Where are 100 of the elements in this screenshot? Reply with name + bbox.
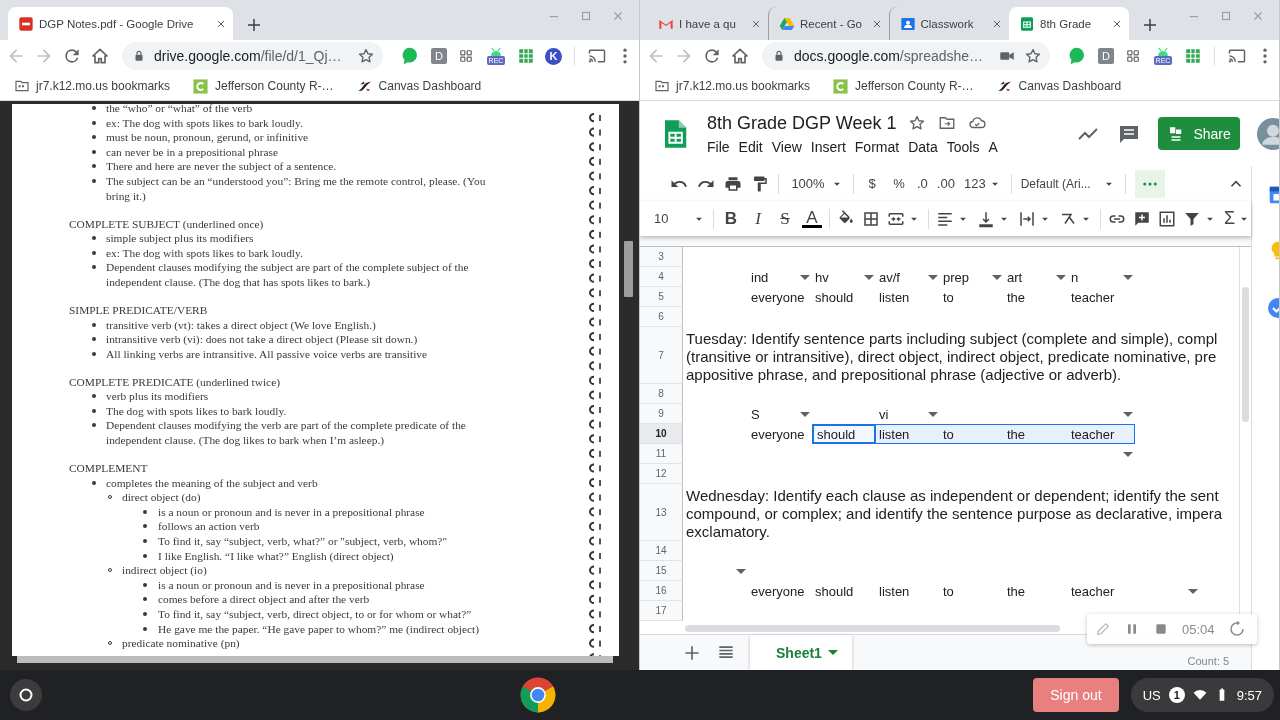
section-heading: COMPLETE SUBJECT (underlined once)	[69, 216, 265, 232]
table-cell[interactable]: prep	[940, 267, 1004, 287]
menu-item[interactable]: Tools	[946, 138, 980, 155]
share-button[interactable]: Share	[1158, 117, 1241, 150]
extension-button[interactable]: K	[545, 47, 562, 65]
table-cell[interactable]: listen	[876, 287, 940, 307]
list-text: To find it, say “subject, verb, what?” or "subject, verb, whom?"	[158, 534, 448, 549]
number-format-dropdown[interactable]: 123	[963, 176, 1002, 191]
extension-button[interactable]: D	[431, 48, 447, 64]
table-cell[interactable]: should	[812, 287, 876, 307]
list-text: The subject can be an “understood you”: Bring me the remote control, please. (You bring it.)	[106, 173, 487, 204]
list-text: ex: The dog with spots likes to bark loudly.	[106, 115, 303, 131]
timer: 05:04	[1182, 621, 1215, 637]
row-header[interactable]: 15	[640, 561, 683, 581]
address-bar[interactable]: drive.google.com/file/d/1_Qj…	[122, 42, 383, 70]
bookmark-link[interactable]: jr7.k12.mo.us bookmarks	[676, 79, 811, 93]
extension-button[interactable]: D	[1098, 48, 1114, 64]
list-text: the “who” or “what” of the verb	[106, 104, 253, 116]
row-header[interactable]: 10	[640, 424, 683, 444]
menu-item[interactable]: Insert	[810, 138, 846, 155]
browser-tab[interactable]: Recent - Go	[768, 7, 889, 40]
menu-item[interactable]: Format	[854, 138, 900, 155]
table-cell[interactable]: to	[940, 581, 1004, 601]
notification-badge: 1	[1168, 687, 1185, 703]
format-button[interactable]: B	[721, 208, 741, 229]
row-header[interactable]: 4	[640, 267, 683, 287]
menu-item[interactable]: Data	[908, 138, 938, 155]
table-cell[interactable]: to	[940, 287, 1004, 307]
functions-dropdown[interactable]: Σ	[1224, 208, 1252, 229]
table-cell[interactable]: teacher	[1068, 424, 1135, 444]
table-cell[interactable]: the	[1004, 287, 1068, 307]
cell-text[interactable]: Tuesday: Identify sentence parts including subject (complete and simple), compl (transitive or intransitive), direct object, indirect object, predicate nominative, pre appositive phrase, and prepositional phrase (adjective or adverb).	[683, 327, 1240, 384]
menu-item[interactable]: Edit	[738, 138, 763, 155]
bookmark-link[interactable]: Canvas Dashboard	[1018, 79, 1122, 93]
font-size-dropdown[interactable]: 10	[654, 211, 706, 226]
row-header[interactable]: 5	[640, 287, 683, 307]
list-text: predicate nominative (pn)	[122, 636, 240, 651]
table-cell[interactable]: everyone	[748, 287, 812, 307]
table-cell[interactable]: everyone	[748, 581, 812, 601]
list-text: Dependent clauses modifying the verb are part of the complete predicate of the independent clause. (The dog likes to bark when I’m asleep.)	[106, 418, 467, 448]
row-header[interactable]: 3	[640, 247, 683, 267]
bookmark-link[interactable]: Jefferson County R-…	[215, 79, 334, 93]
row-header[interactable]: 17	[640, 601, 683, 621]
table-cell[interactable]: the	[1004, 581, 1068, 601]
row-header[interactable]: 13	[640, 484, 683, 541]
table-cell[interactable]: should	[812, 581, 876, 601]
format-button[interactable]: A	[802, 209, 822, 228]
cell-text[interactable]: Wednesday: Identify each clause as independent or dependent; identify the sent compound, or complex; and identify the sentence purpose as declarative, impera exclamatory.	[683, 484, 1240, 541]
list-text: There and here are never the subject of a sentence.	[106, 159, 337, 174]
table-cell[interactable]: teacher	[1068, 287, 1135, 307]
row-header[interactable]: 7	[640, 327, 683, 384]
row-header[interactable]: 11	[640, 444, 683, 464]
table-cell[interactable]: ind	[748, 267, 812, 287]
list-text: I like English. “I like what?” English (direct object)	[158, 548, 394, 564]
format-button[interactable]: I	[748, 208, 768, 229]
list-text: intransitive verb (vi): does not take a direct object (Please sit down.)	[106, 332, 418, 347]
zoom-dropdown[interactable]: 100%	[788, 176, 844, 191]
table-cell[interactable]: teacher	[1068, 581, 1135, 601]
currency-button[interactable]: $	[863, 176, 881, 191]
row-header[interactable]: 9	[640, 404, 683, 424]
table-cell[interactable]: the	[1004, 424, 1068, 444]
bookmark-link[interactable]: jr7.k12.mo.us bookmarks	[36, 79, 171, 93]
status-area[interactable]: US 1 9:57	[1130, 678, 1274, 712]
table-cell[interactable]: listen	[876, 581, 940, 601]
format-button[interactable]: S	[775, 208, 795, 229]
list-text: The dog with spots likes to bark loudly.	[106, 403, 287, 419]
table-cell[interactable]: to	[940, 424, 1004, 444]
browser-tab[interactable]: I have a qu	[648, 7, 768, 40]
bookmark-link[interactable]: Jefferson County R-…	[855, 79, 974, 93]
table-cell[interactable]: vi	[876, 404, 940, 424]
browser-tab[interactable]: DGP Notes.pdf - Google Drive	[8, 7, 233, 40]
list-text: follows an action verb	[158, 519, 260, 534]
row-header[interactable]: 16	[640, 581, 683, 601]
row-header[interactable]: 12	[640, 464, 683, 484]
table-cell[interactable]: S	[748, 404, 812, 424]
document-title[interactable]: 8th Grade DGP Week 1	[707, 112, 897, 134]
table-cell[interactable]: everyone	[748, 424, 812, 444]
percent-button[interactable]: %	[890, 176, 908, 191]
menu-item[interactable]: A	[988, 138, 998, 155]
list-text: is a noun or pronoun and is never in a prepositional phrase	[158, 577, 425, 593]
menu-item[interactable]: View	[771, 138, 802, 155]
bookmark-link[interactable]: Canvas Dashboard	[378, 79, 482, 93]
row-header[interactable]: 14	[640, 541, 683, 561]
table-cell[interactable]: n	[1068, 267, 1135, 287]
sheet-tab[interactable]: Sheet1	[750, 635, 852, 670]
decrease-decimal-button[interactable]: .0	[917, 176, 928, 191]
increase-decimal-button[interactable]: .00	[936, 176, 955, 191]
menu-item[interactable]: File	[707, 138, 730, 155]
row-header[interactable]: 6	[640, 307, 683, 327]
list-text: can never be in a prepositional phrase	[106, 144, 279, 160]
clock: 9:57	[1236, 687, 1262, 703]
table-cell[interactable]: av/f	[876, 267, 940, 287]
table-cell[interactable]: hv	[812, 267, 876, 287]
row-header[interactable]: 8	[640, 384, 683, 404]
browser-tab[interactable]: 8th Grade	[1009, 7, 1129, 40]
table-cell[interactable]: should	[812, 424, 876, 444]
table-cell[interactable]: art	[1004, 267, 1068, 287]
address-bar[interactable]: docs.google.com/spreadshe…	[762, 42, 1050, 70]
font-dropdown[interactable]: Default (Ari...	[1020, 176, 1116, 191]
table-cell[interactable]: listen	[876, 424, 940, 444]
